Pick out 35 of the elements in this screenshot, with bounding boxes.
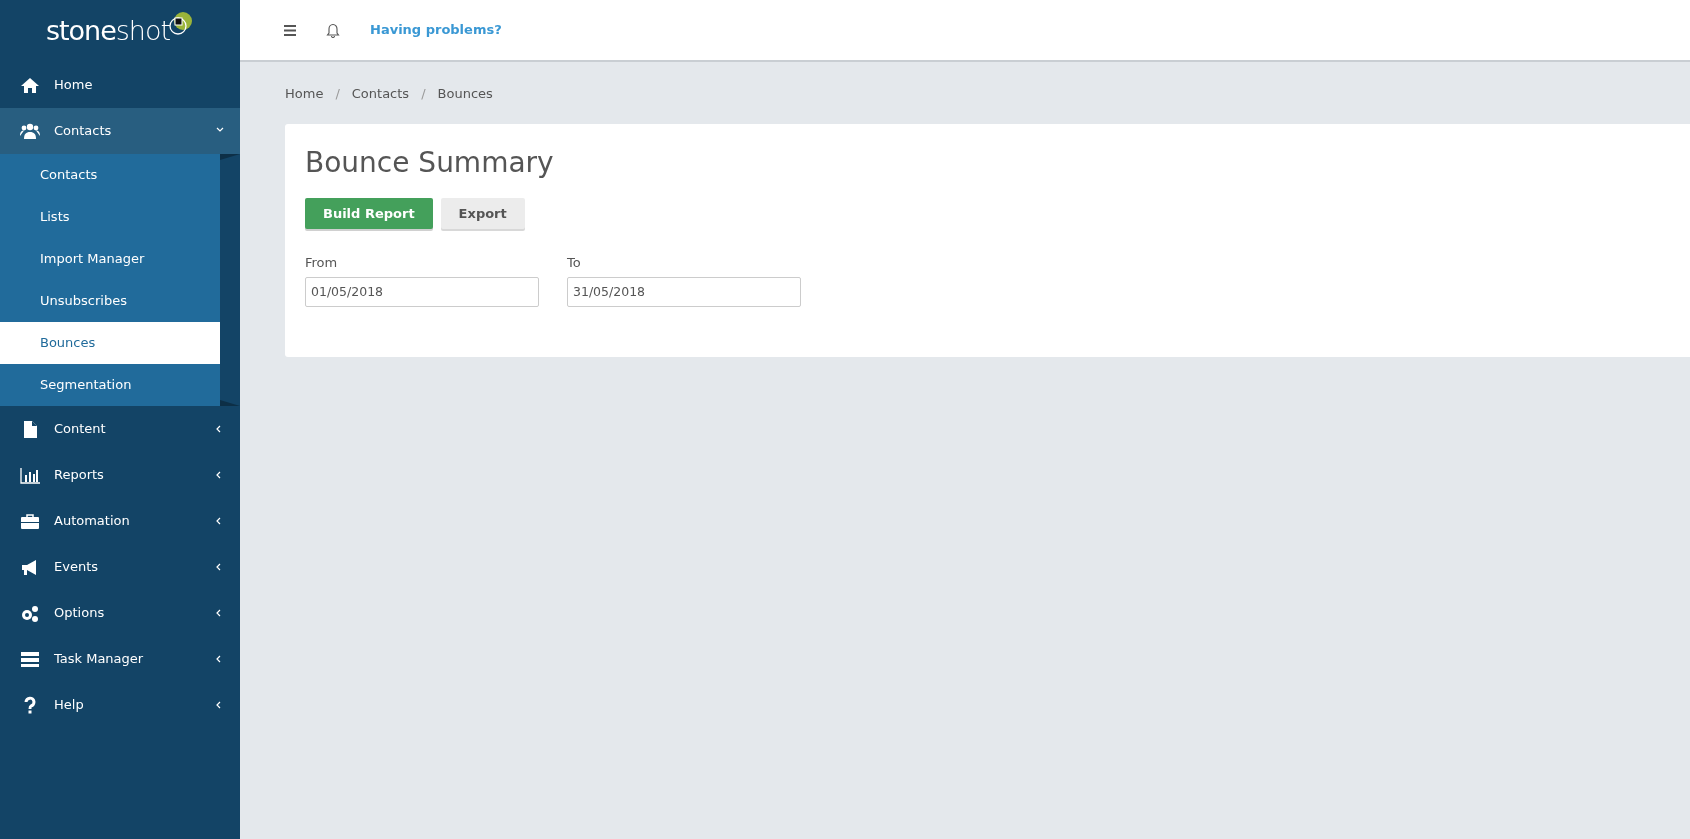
home-icon: [20, 76, 40, 94]
sidebar-subitem[interactable]: Unsubscribes: [0, 280, 220, 322]
field-label: To: [567, 254, 582, 273]
export-button[interactable]: Export: [440, 197, 525, 230]
sidebar-item[interactable]: Automation: [0, 498, 240, 544]
server-icon: [20, 650, 40, 668]
sidebar-subitem[interactable]: Segmentation: [0, 364, 220, 406]
breadcrumb-current: Bounces: [437, 85, 493, 103]
bell-icon[interactable]: [326, 22, 340, 38]
sidebar-item[interactable]: Events: [0, 544, 240, 590]
breadcrumb-separator: /: [421, 85, 426, 103]
page-title: Bounce Summary: [305, 146, 555, 180]
bar-chart-icon: [20, 466, 40, 484]
sidebar-subitem[interactable]: Import Manager: [0, 238, 220, 280]
field-label: From: [305, 254, 339, 273]
date-field[interactable]: 01/05/2018: [305, 276, 539, 307]
sidebar-subitem[interactable]: Lists: [0, 196, 220, 238]
breadcrumb-separator: /: [335, 85, 340, 103]
sidebar-item[interactable]: Home: [0, 62, 240, 108]
sidebar-item[interactable]: Contacts: [0, 108, 240, 154]
sidebar-item[interactable]: Help: [0, 682, 240, 728]
briefcase-icon: [20, 512, 40, 530]
people-icon: [20, 122, 40, 140]
sidebar-item[interactable]: Reports: [0, 452, 240, 498]
logo-text: stoneshot: [45, 13, 171, 48]
sidebar-item[interactable]: Task Manager: [0, 636, 240, 682]
menu-icon[interactable]: [284, 24, 296, 36]
sidebar-subitem[interactable]: Bounces: [0, 322, 220, 364]
date-field[interactable]: 31/05/2018: [567, 276, 801, 307]
sidebar-item[interactable]: Options: [0, 590, 240, 636]
sidebar-item[interactable]: Content: [0, 406, 240, 452]
gears-icon: [20, 604, 40, 622]
breadcrumb-link[interactable]: Contacts: [351, 84, 410, 124]
breadcrumb-link[interactable]: Home: [285, 84, 324, 124]
sidebar-subitem[interactable]: Contacts: [0, 154, 220, 196]
